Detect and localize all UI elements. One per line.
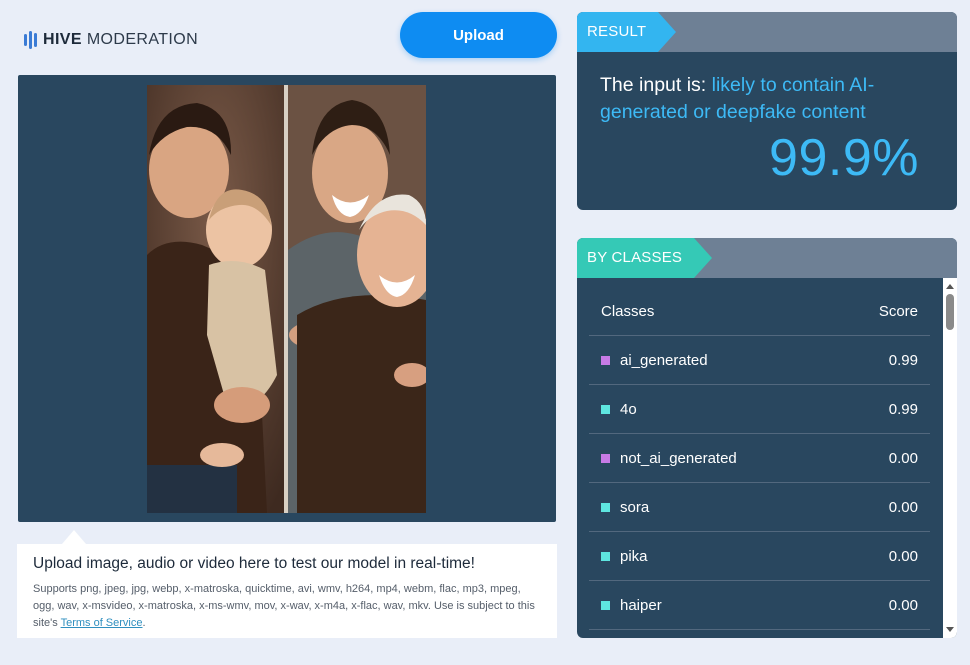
class-name: haiper <box>620 596 662 614</box>
brand-name-bold: HIVE <box>43 31 82 48</box>
brand-name: HIVE MODERATION <box>43 31 198 49</box>
terms-of-service-link[interactable]: Terms of Service <box>61 617 143 629</box>
class-name: not_ai_generated <box>620 449 737 467</box>
hive-logo-icon <box>24 30 37 50</box>
class-color-swatch <box>601 453 610 463</box>
classes-panel-header: BY CLASSES <box>577 238 957 278</box>
col-score-header: Score <box>878 303 918 320</box>
table-row: haiper 0.00 <box>589 581 930 630</box>
classes-tag: BY CLASSES <box>577 238 713 278</box>
class-name: pika <box>620 547 648 565</box>
table-row: 4o 0.99 <box>589 385 930 434</box>
class-color-swatch <box>601 600 610 610</box>
class-color-swatch <box>601 502 610 512</box>
class-color-swatch <box>601 404 610 414</box>
scroll-up-arrow-icon[interactable] <box>946 284 954 289</box>
class-name: ai_generated <box>620 351 708 369</box>
class-score: 0.00 <box>888 547 918 565</box>
class-score: 0.99 <box>888 400 918 418</box>
upload-info-title: Upload image, audio or video here to tes… <box>33 555 475 572</box>
table-row: not_ai_generated 0.00 <box>589 434 930 483</box>
class-score: 0.00 <box>888 596 918 614</box>
class-color-swatch <box>601 551 610 561</box>
table-row: sora 0.00 <box>589 483 930 532</box>
scroll-down-arrow-icon[interactable] <box>946 627 954 632</box>
table-row: ai_generated 0.99 <box>589 336 930 385</box>
result-verdict: The input is: likely to contain AI-gener… <box>600 72 934 126</box>
result-body: The input is: likely to contain AI-gener… <box>577 52 957 188</box>
supported-formats-text: Supports png, jpeg, jpg, webp, x-matrosk… <box>33 581 541 632</box>
classes-panel: BY CLASSES Classes Score ai_generated 0.… <box>577 238 957 638</box>
result-score: 99.9% <box>769 129 919 187</box>
result-prefix: The input is: <box>600 74 712 96</box>
brand-name-light: MODERATION <box>86 31 199 48</box>
upload-button[interactable]: Upload <box>400 12 557 58</box>
result-panel-header: RESULT <box>577 12 957 52</box>
table-header-row: Classes Score <box>589 288 930 336</box>
brand-logo[interactable]: HIVE MODERATION <box>24 30 198 50</box>
upload-info-box: Upload image, audio or video here to tes… <box>17 544 557 638</box>
result-panel: RESULT The input is: likely to contain A… <box>577 12 957 210</box>
classes-table: Classes Score ai_generated 0.99 4o 0.99 … <box>589 288 930 630</box>
class-color-swatch <box>601 355 610 365</box>
info-text-end: . <box>142 617 146 629</box>
class-name: 4o <box>620 400 637 418</box>
class-name: sora <box>620 498 650 516</box>
scroll-thumb[interactable] <box>946 294 954 330</box>
uploaded-image <box>147 85 426 513</box>
media-preview-panel[interactable] <box>18 75 556 522</box>
class-score: 0.99 <box>888 351 918 369</box>
class-score: 0.00 <box>888 498 918 516</box>
table-row: pika 0.00 <box>589 532 930 581</box>
classes-scrollbar[interactable] <box>943 278 957 638</box>
col-classes-header: Classes <box>601 303 655 320</box>
result-tag: RESULT <box>577 12 677 52</box>
class-score: 0.00 <box>888 449 918 467</box>
info-pointer <box>62 530 86 544</box>
